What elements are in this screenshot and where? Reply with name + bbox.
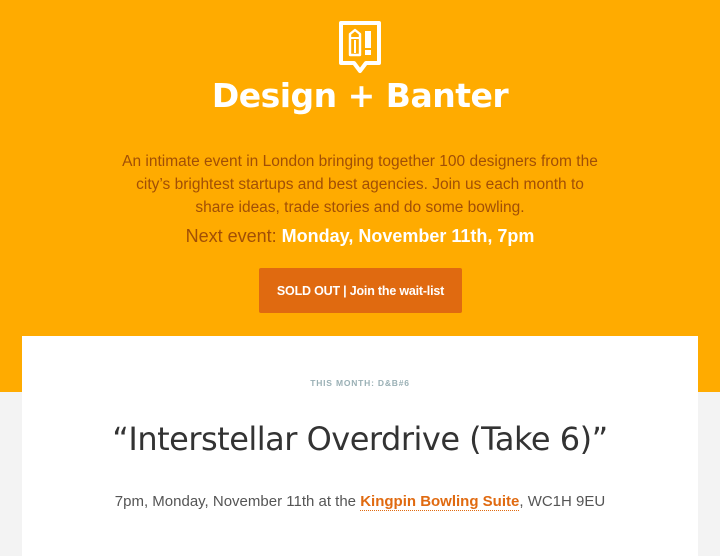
- event-title: “Interstellar Overdrive (Take 6)”: [112, 420, 608, 458]
- intro-text: An intimate event in London bringing tog…: [122, 153, 598, 216]
- next-event: Next event: Monday, November 11th, 7pm: [0, 226, 720, 247]
- event-details: 7pm, Monday, November 11th at the Kingpi…: [22, 493, 698, 511]
- join-wait-list-button[interactable]: SOLD OUT | Join the wait-list: [259, 268, 462, 313]
- event-card: THIS MONTH: D&B#6 “Interstellar Overdriv…: [22, 336, 698, 556]
- next-event-date: Monday, November 11th, 7pm: [281, 226, 535, 246]
- pencil-exclamation-speech-bubble-icon: [339, 21, 381, 73]
- brand-title: Design + Banter: [211, 76, 509, 115]
- next-event-label: Next event:: [185, 226, 277, 246]
- venue-link[interactable]: Kingpin Bowling Suite: [360, 493, 520, 511]
- event-kicker: THIS MONTH: D&B#6: [310, 378, 410, 388]
- event-details-suffix: , WC1H 9EU: [519, 493, 606, 510]
- hero-section: Design + Banter An intimate event in Lon…: [0, 0, 720, 392]
- event-details-prefix: 7pm, Monday, November 11th at the: [114, 493, 357, 510]
